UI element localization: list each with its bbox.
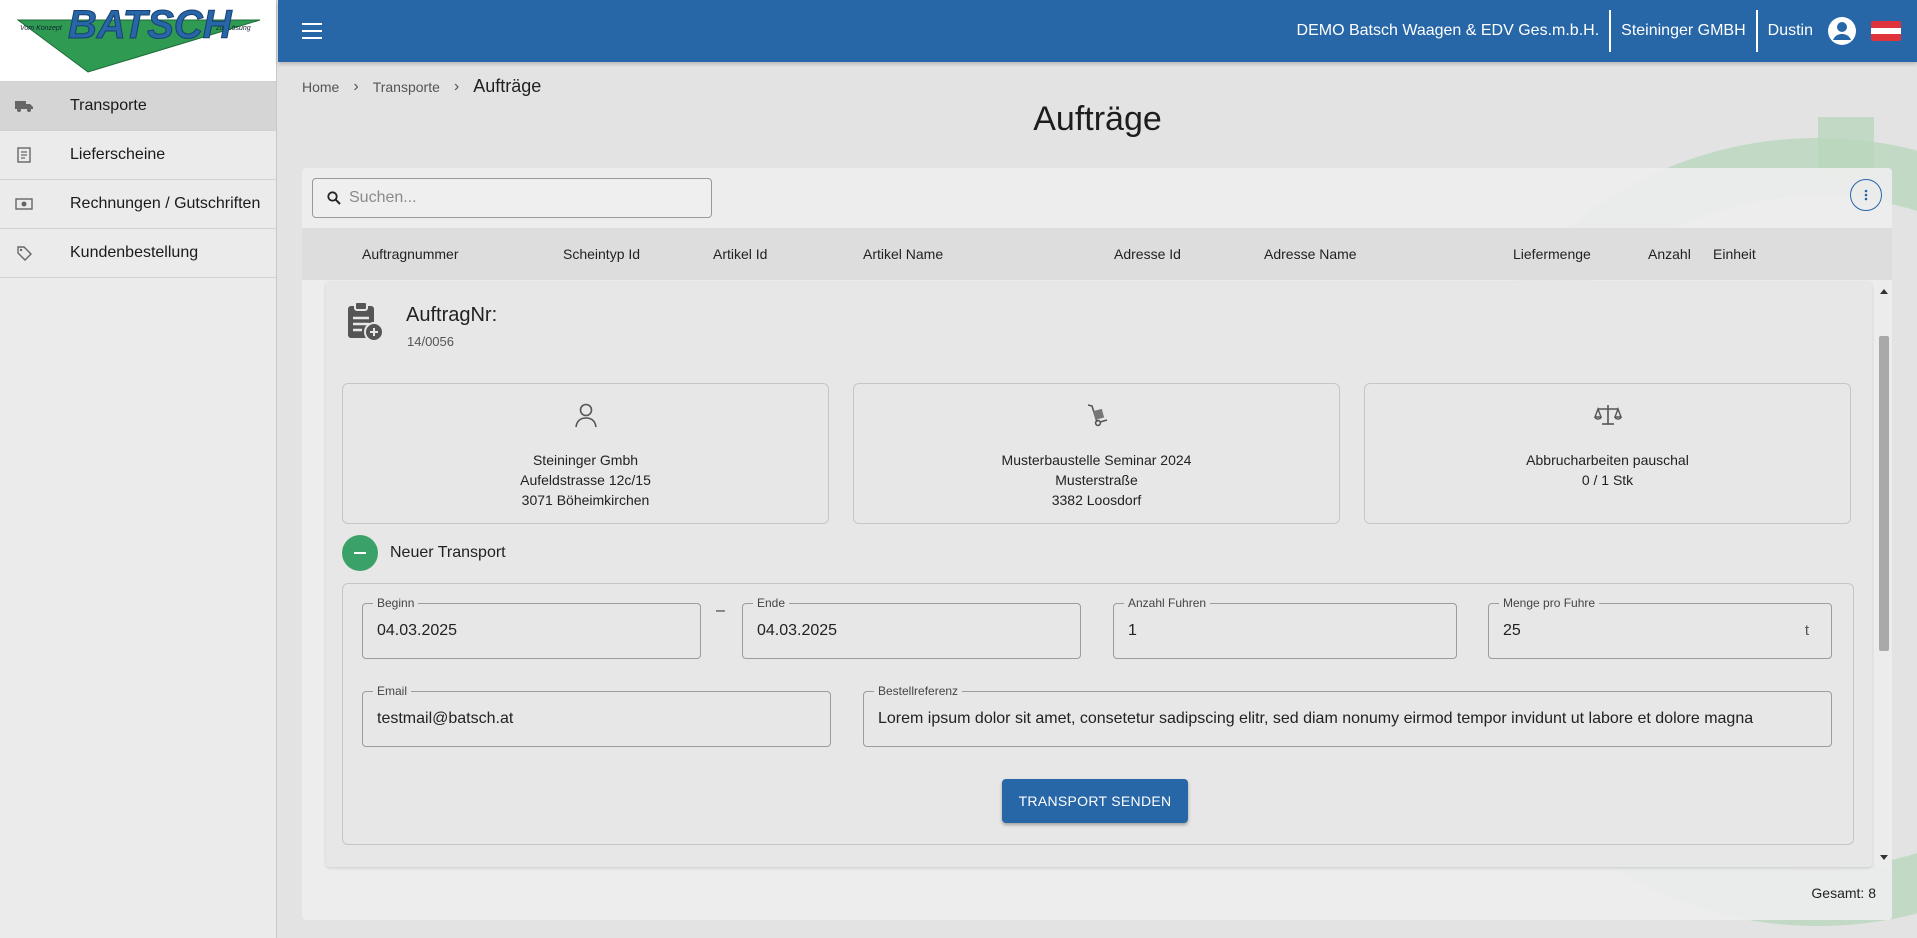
side-navigation: Transporte Lieferscheine Rechnungen / Gu… [0,81,276,278]
order-number: 14/0056 [407,334,454,349]
svg-text:BATSCH: BATSCH [68,3,233,47]
main-content: Home › Transporte › Aufträge Aufträge Au… [278,62,1917,938]
sidebar-item-label: Lieferscheine [70,146,166,163]
end-date-input[interactable] [757,604,1054,658]
account-bar: DEMO Batsch Waagen & EDV Ges.m.b.H. Stei… [1287,0,1917,62]
column-header[interactable]: Anzahl [1648,246,1691,262]
new-transport-toggle: Neuer Transport [342,535,506,571]
total-count: Gesamt: 8 [1811,885,1876,901]
scale-icon [1365,402,1850,428]
breadcrumb-transporte[interactable]: Transporte [373,79,440,95]
site-street: Musterstraße [1055,472,1138,488]
column-header[interactable]: Liefermenge [1513,246,1591,262]
order-reference-field[interactable]: Bestellreferenz [863,684,1832,747]
column-header[interactable]: Artikel Name [863,246,943,262]
minus-icon [354,552,366,554]
search-box[interactable] [312,178,712,218]
more-vert-icon [1864,189,1868,201]
end-date-field[interactable]: Ende [742,596,1081,659]
batsch-logo[interactable]: Vom Konzept zur Lösung BATSCH [0,0,276,81]
column-header[interactable]: Einheit [1713,246,1756,262]
email-field[interactable]: Email [362,684,831,747]
svg-text:Vom Konzept: Vom Konzept [20,25,63,32]
new-transport-form: Beginn – Ende Anzahl Fuhren Menge pro Fu… [342,583,1854,845]
column-header[interactable]: Adresse Id [1114,246,1181,262]
begin-date-input[interactable] [377,604,674,658]
customer-name: Steininger Gmbh [532,452,639,468]
breadcrumb: Home › Transporte › Aufträge [302,76,541,97]
column-header[interactable]: Adresse Name [1264,246,1357,262]
more-options-button[interactable] [1850,179,1882,211]
email-input[interactable] [377,692,804,746]
site-name: Musterbaustelle Seminar 2024 [1001,452,1192,468]
chevron-right-icon: › [353,77,359,95]
truck-icon [0,100,70,112]
unit-suffix: t [1804,622,1809,639]
customer-street: Aufeldstrasse 12c/15 [520,472,651,488]
top-app-bar: DEMO Batsch Waagen & EDV Ges.m.b.H. Stei… [278,0,1917,62]
vertical-scrollbar[interactable] [1877,282,1891,867]
receipt-icon [0,147,70,163]
trip-count-input[interactable] [1128,604,1430,658]
menu-icon[interactable] [302,23,322,39]
column-header[interactable]: Scheintyp Id [563,246,640,262]
sidebar: Vom Konzept zur Lösung BATSCH Transporte… [0,0,277,938]
site-info-box: Musterbaustelle Seminar 2024 Musterstraß… [853,383,1340,524]
order-detail-card: AuftragNr: 14/0056 Steininger Gmbh Aufel… [326,282,1872,867]
column-header[interactable]: Auftragnummer [362,246,458,262]
breadcrumb-home[interactable]: Home [302,79,339,95]
sidebar-item-lieferscheine[interactable]: Lieferscheine [0,131,276,180]
amount-per-trip-field[interactable]: Menge pro Fuhre t [1488,596,1832,659]
user-name[interactable]: Dustin [1758,10,1823,52]
clipboard-add-icon [344,300,386,347]
page-title: Aufträge [1033,100,1162,138]
order-reference-input[interactable] [878,692,1805,746]
new-transport-label: Neuer Transport [390,544,506,561]
article-info-box: Abbrucharbeiten pauschal 0 / 1 Stk [1364,383,1851,524]
hand-truck-icon [854,402,1339,428]
column-header[interactable]: Artikel Id [713,246,767,262]
sidebar-item-transporte[interactable]: Transporte [0,82,276,131]
account-circle-icon[interactable] [1827,16,1857,46]
order-title: AuftragNr: [406,304,498,326]
person-icon [343,402,828,428]
article-name: Abbrucharbeiten pauschal [1526,452,1689,468]
company-name[interactable]: DEMO Batsch Waagen & EDV Ges.m.b.H. [1287,10,1610,52]
chevron-right-icon: › [453,77,460,95]
date-range-separator: – [716,602,725,619]
customer-city: 3071 Böheimkirchen [521,492,650,508]
tag-icon [0,245,70,261]
sidebar-item-rechnungen[interactable]: Rechnungen / Gutschriften [0,180,276,229]
table-header: Auftragnummer Scheintyp Id Artikel Id Ar… [302,228,1892,280]
collapse-button[interactable] [342,535,378,571]
money-icon [0,198,70,210]
send-transport-button[interactable]: TRANSPORT SENDEN [1002,779,1188,823]
client-name[interactable]: Steininger GMBH [1611,10,1756,52]
scroll-down-arrow-icon[interactable] [1877,851,1891,865]
search-icon [327,191,341,205]
austria-flag-icon[interactable] [1871,21,1901,41]
sidebar-item-label: Rechnungen / Gutschriften [70,195,261,212]
scroll-up-arrow-icon[interactable] [1877,284,1891,298]
site-city: 3382 Loosdorf [1051,492,1142,508]
customer-info-box: Steininger Gmbh Aufeldstrasse 12c/15 307… [342,383,829,524]
article-quantity: 0 / 1 Stk [1581,472,1634,488]
breadcrumb-current: Aufträge [473,76,542,96]
begin-date-field[interactable]: Beginn [362,596,701,659]
orders-panel: Auftragnummer Scheintyp Id Artikel Id Ar… [302,168,1892,920]
sidebar-item-label: Transporte [70,97,147,114]
amount-per-trip-input[interactable] [1503,604,1805,658]
trip-count-field[interactable]: Anzahl Fuhren [1113,596,1457,659]
scrollbar-thumb[interactable] [1879,336,1889,651]
sidebar-item-kundenbestellung[interactable]: Kundenbestellung [0,229,276,278]
search-input[interactable] [349,189,689,207]
sidebar-item-label: Kundenbestellung [70,244,199,261]
